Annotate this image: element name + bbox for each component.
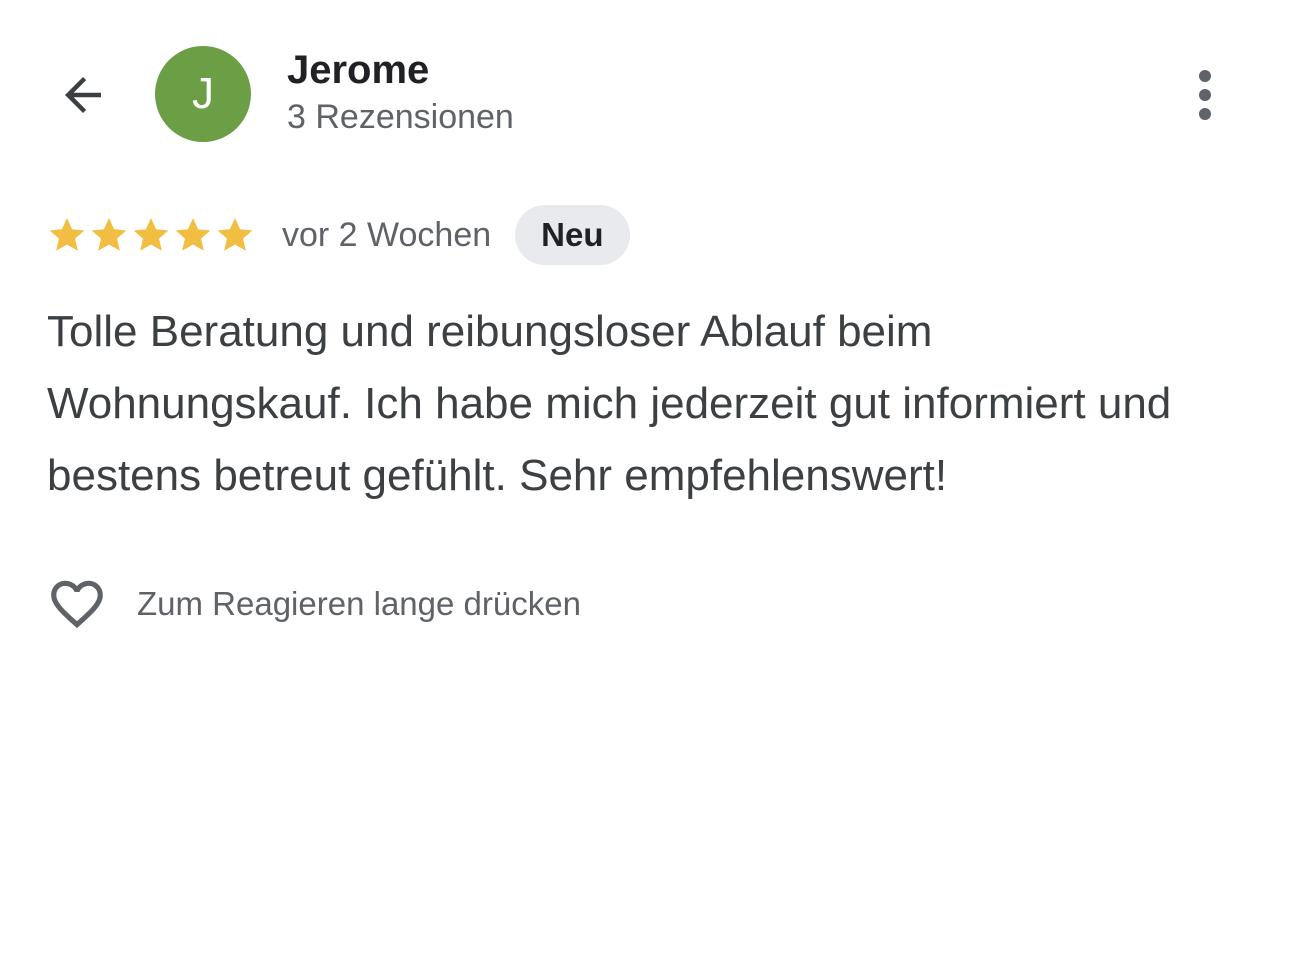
star-icon [49,218,85,251]
author-review-count: 3 Rezensionen [287,98,514,136]
heart-outline-icon [51,580,103,629]
author-name[interactable]: Jerome [287,48,429,93]
review-meta-row: vor 2 Wochen Neu [46,204,630,266]
star-rating [46,214,256,256]
review-header: J Jerome 3 Rezensionen [0,0,1289,190]
more-vert-icon [1199,70,1211,120]
react-button[interactable]: Zum Reagieren lange drücken [46,572,581,636]
star-icon [133,218,169,251]
star-icon [217,218,253,251]
arrow-left-icon [65,77,101,113]
star-icon [91,218,127,251]
more-options-button[interactable] [1180,62,1230,128]
review-date: vor 2 Wochen [282,215,492,254]
new-badge: Neu [515,205,630,265]
review-text: Tolle Beratung und reibungsloser Ablauf … [47,307,1172,500]
avatar[interactable]: J [155,46,251,142]
react-label: Zum Reagieren lange drücken [137,585,581,622]
back-button[interactable] [52,64,114,126]
star-icon [175,218,211,251]
